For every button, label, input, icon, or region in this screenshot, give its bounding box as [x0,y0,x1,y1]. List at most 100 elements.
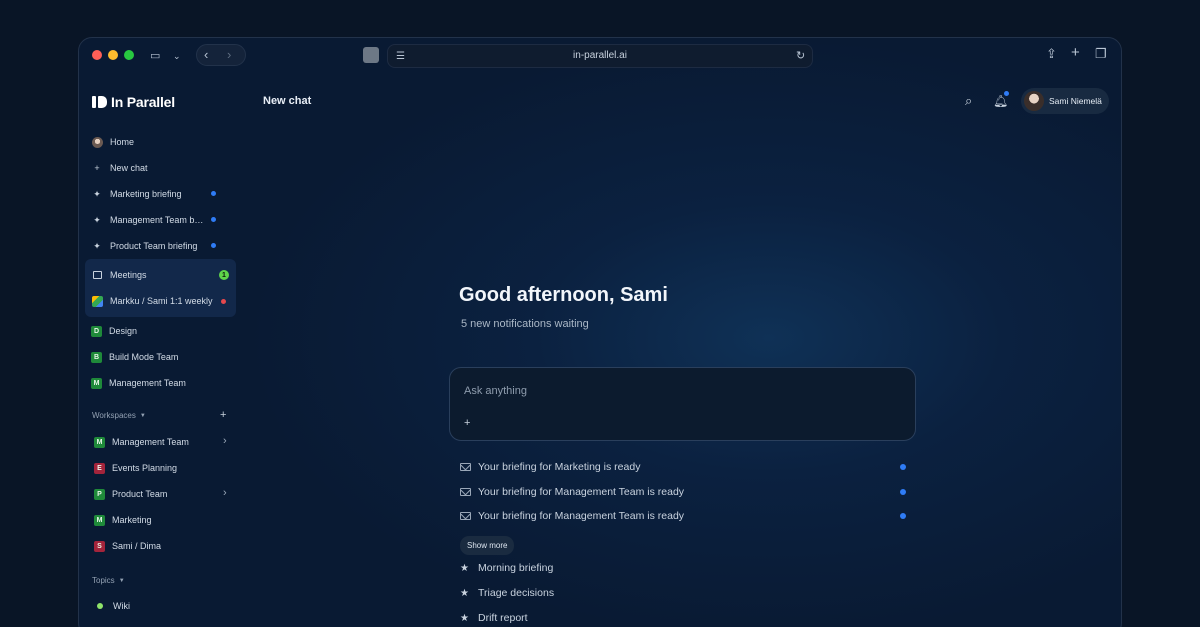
forward-icon[interactable]: › [227,47,231,63]
home-avatar-icon [91,136,103,148]
topics-header[interactable]: Topics ▼ [92,576,125,585]
add-workspace-button[interactable]: + [220,409,226,421]
sidebar-item-label: Product Team briefing [110,241,198,251]
chat-placeholder: Ask anything [464,385,527,397]
mail-icon [460,512,471,520]
unread-dot [221,299,226,304]
starred-label: Morning briefing [478,562,554,574]
sidebar-item-label: Management Team b… [110,215,204,225]
minimize-window-button[interactable] [108,50,118,60]
unread-dot [211,191,216,196]
unread-dot [211,217,216,222]
user-name: Sami Niemelä [1049,96,1102,106]
sidebar-item-build-mode[interactable]: B Build Mode Team [91,346,234,368]
browser-toolbar: ▭ ⌄ ‹ › ☰ in-parallel.ai ↻ ⇪ + ❐ [79,38,1121,72]
sidebar-item-meeting[interactable]: Markku / Sami 1:1 weekly [91,290,234,312]
sidebar-item-label: Home [110,137,135,147]
notification-item[interactable]: Your briefing for Management Team is rea… [460,485,910,499]
sidebar-item-label: Markku / Sami 1:1 weekly [110,296,213,306]
section-label: Topics [92,576,115,585]
star-icon: ★ [460,612,469,624]
sidebar-toggle-icon[interactable]: ▭ [150,48,160,64]
starred-item[interactable]: ★ Morning briefing [460,561,553,575]
bell-icon[interactable]: 🔔︎ [993,94,1008,108]
unread-dot [211,243,216,248]
notification-item[interactable]: Your briefing for Management Team is rea… [460,509,910,523]
attach-plus-icon[interactable]: + [464,417,470,429]
workspace-badge: M [94,514,105,526]
sidebar-item-label: Product Team [112,489,168,499]
google-calendar-icon [91,295,103,307]
workspace-item[interactable]: S Sami / Dima [94,535,237,557]
sidebar-item-label: Design [109,326,138,336]
zoom-window-button[interactable] [124,50,134,60]
starred-item[interactable]: ★ Triage decisions [460,586,554,600]
sidebar-item-meetings[interactable]: Meetings [91,264,234,286]
sparkle-icon: ✦ [93,214,101,225]
starred-item[interactable]: ★ Drift report [460,611,528,625]
meetings-count-badge: 1 [219,270,229,280]
section-label: Workspaces [92,411,136,420]
chevron-right-icon[interactable]: › [223,487,227,499]
sidebar-item-label: Wiki [113,601,130,611]
reload-icon[interactable]: ↻ [796,48,805,64]
plus-icon: + [94,163,100,173]
user-menu-button[interactable]: Sami Niemelä [1021,88,1109,114]
workspace-badge: E [94,462,105,474]
topic-item[interactable]: Wiki [94,595,237,617]
topic-dot-icon [94,600,106,612]
workspace-item[interactable]: E Events Planning [94,457,237,479]
logo-mark-icon [92,96,107,108]
tab-overview-icon[interactable]: ❐ [1095,46,1107,62]
starred-label: Triage decisions [478,587,555,599]
calendar-icon [91,269,103,281]
browser-window: ▭ ⌄ ‹ › ☰ in-parallel.ai ↻ ⇪ + ❐ In Para… [78,37,1122,627]
sidebar-item-label: Meetings [110,270,147,280]
address-bar[interactable]: ☰ in-parallel.ai ↻ [387,44,813,68]
logo-text: In Parallel [111,94,175,110]
notification-summary: 5 new notifications waiting [461,318,589,330]
notification-item[interactable]: Your briefing for Marketing is ready [460,460,910,474]
caret-down-icon: ▼ [139,412,146,419]
greeting: Good afternoon, Sami [459,284,668,306]
sidebar-item-label: Events Planning [112,463,178,473]
avatar [1024,91,1044,111]
unread-dot [900,464,906,470]
sidebar-item-home[interactable]: Home [91,131,234,153]
workspaces-header[interactable]: Workspaces ▼ [92,411,146,420]
tab-favicon-icon[interactable] [363,47,379,63]
chevron-down-icon[interactable]: ⌄ [173,48,181,64]
workspace-item[interactable]: M Management Team [94,431,237,453]
team-badge: B [91,351,102,363]
show-more-button[interactable]: Show more [460,536,515,555]
mail-icon [460,463,471,471]
unread-dot [900,513,906,519]
workspace-item[interactable]: P Product Team [94,483,237,505]
sidebar-item-label: Marketing [112,515,152,525]
search-icon[interactable]: ⌕ [965,93,972,109]
nav-buttons: ‹ › [196,44,246,66]
sidebar-item-management-team[interactable]: M Management Team [91,372,234,394]
new-tab-icon[interactable]: + [1071,45,1080,61]
sidebar-item-new-chat[interactable]: + New chat [91,157,234,179]
sidebar-item-design[interactable]: D Design [91,320,234,342]
sidebar-item-label: Build Mode Team [109,352,179,362]
workspace-item[interactable]: M Marketing [94,509,237,531]
sidebar-item-label: Marketing briefing [110,189,182,199]
sidebar-item-label: New chat [110,163,148,173]
close-window-button[interactable] [92,50,102,60]
caret-down-icon: ▼ [118,577,125,584]
notification-text: Your briefing for Management Team is rea… [478,510,685,522]
unread-dot [900,489,906,495]
sidebar-item-label: Management Team [109,378,186,388]
chat-input[interactable]: Ask anything + [449,367,916,441]
sparkle-icon: ✦ [93,188,101,199]
workspace-badge: S [94,540,105,552]
chevron-right-icon[interactable]: › [223,435,227,447]
star-icon: ★ [460,562,469,574]
back-icon[interactable]: ‹ [204,47,208,63]
share-icon[interactable]: ⇪ [1046,46,1057,62]
sidebar-item-label: Sami / Dima [112,541,162,551]
starred-label: Drift report [478,612,528,624]
app-logo[interactable]: In Parallel [92,94,175,110]
